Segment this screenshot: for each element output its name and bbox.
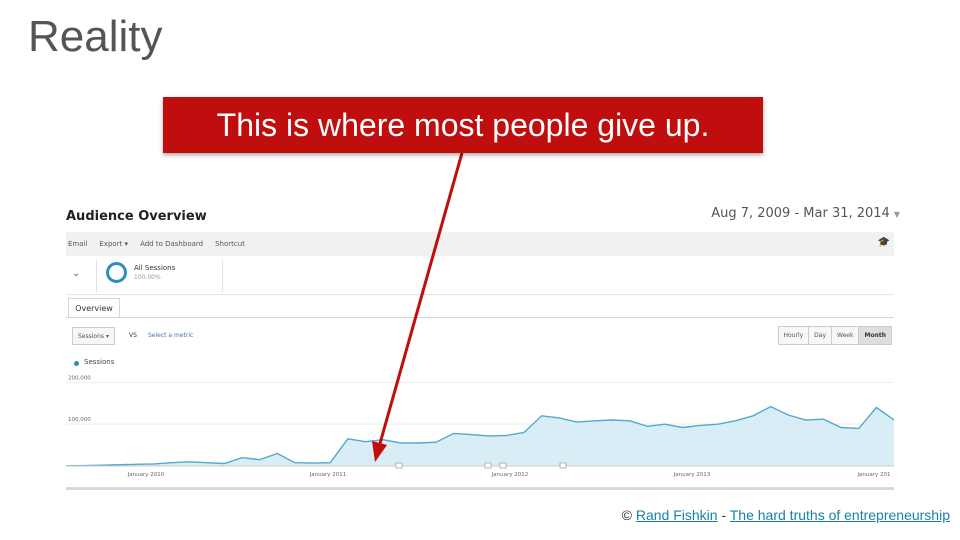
legend-dot <box>74 361 79 366</box>
y-tick-label: 200,000 <box>68 375 91 381</box>
email-button[interactable]: Email <box>68 240 87 248</box>
series-area <box>66 406 894 466</box>
vs-label: VS <box>129 332 137 339</box>
metric-select-label: Sessions <box>78 332 105 340</box>
report-title: Audience Overview <box>66 209 207 224</box>
tab-divider <box>66 317 894 318</box>
x-tick-label: January 2010 <box>127 472 165 478</box>
x-tick-label: January 2011 <box>309 472 347 478</box>
x-tick-label: January 2013 <box>673 472 711 478</box>
granularity-week-button[interactable]: Week <box>831 326 860 345</box>
annotation-marker <box>395 462 403 469</box>
y-tick-label: 100,000 <box>68 417 91 423</box>
segment-circle-icon <box>106 262 127 283</box>
metric-select[interactable]: Sessions ▾ <box>72 327 115 345</box>
analytics-screenshot: Audience Overview Aug 7, 2009 - Mar 31, … <box>66 200 900 490</box>
export-button[interactable]: Export ▾ <box>99 240 128 248</box>
slide-title: Reality <box>28 12 163 61</box>
date-range-picker[interactable]: Aug 7, 2009 - Mar 31, 2014 ▼ <box>711 206 900 221</box>
callout-banner: This is where most people give up. <box>163 97 763 153</box>
sessions-chart: 200,000 100,000 January 2010 January 2011 Ja… <box>66 375 894 478</box>
divider <box>222 260 223 292</box>
x-tick-label: January 2012 <box>491 472 529 478</box>
add-to-dashboard-button[interactable]: Add to Dashboard <box>140 240 203 248</box>
date-range-label: Aug 7, 2009 - Mar 31, 2014 <box>711 206 890 221</box>
annotation-marker <box>499 462 507 469</box>
chevron-down-icon: ▼ <box>893 210 900 219</box>
segment-row: ⌄ All Sessions 100.00% <box>66 258 894 295</box>
segment-name[interactable]: All Sessions <box>134 264 175 272</box>
scroll-bar[interactable] <box>66 487 894 490</box>
granularity-day-button[interactable]: Day <box>808 326 833 345</box>
chevron-down-icon[interactable]: ⌄ <box>72 268 80 279</box>
granularity-group: Hourly Day Week Month <box>777 326 892 345</box>
source-link[interactable]: The hard truths of entrepreneurship <box>730 507 950 523</box>
report-toolbar: Email Export ▾ Add to Dashboard Shortcut… <box>66 232 894 256</box>
annotation-marker <box>559 462 567 469</box>
x-tick-label: January 201 <box>856 472 890 478</box>
granularity-hourly-button[interactable]: Hourly <box>777 326 810 345</box>
copyright-symbol: © <box>621 507 632 523</box>
author-link[interactable]: Rand Fishkin <box>636 507 718 523</box>
tab-overview[interactable]: Overview <box>68 298 120 318</box>
annotation-marker <box>484 462 492 469</box>
granularity-month-button[interactable]: Month <box>858 326 892 345</box>
credit-separator: - <box>721 507 727 523</box>
graduation-cap-icon[interactable]: 🎓 <box>878 237 890 248</box>
credit-line: © Rand Fishkin - The hard truths of entr… <box>622 507 950 523</box>
divider <box>96 260 97 292</box>
legend-label: Sessions <box>84 358 115 366</box>
select-metric-link[interactable]: Select a metric <box>148 332 193 339</box>
shortcut-button[interactable]: Shortcut <box>215 240 245 248</box>
segment-percent: 100.00% <box>134 274 161 281</box>
